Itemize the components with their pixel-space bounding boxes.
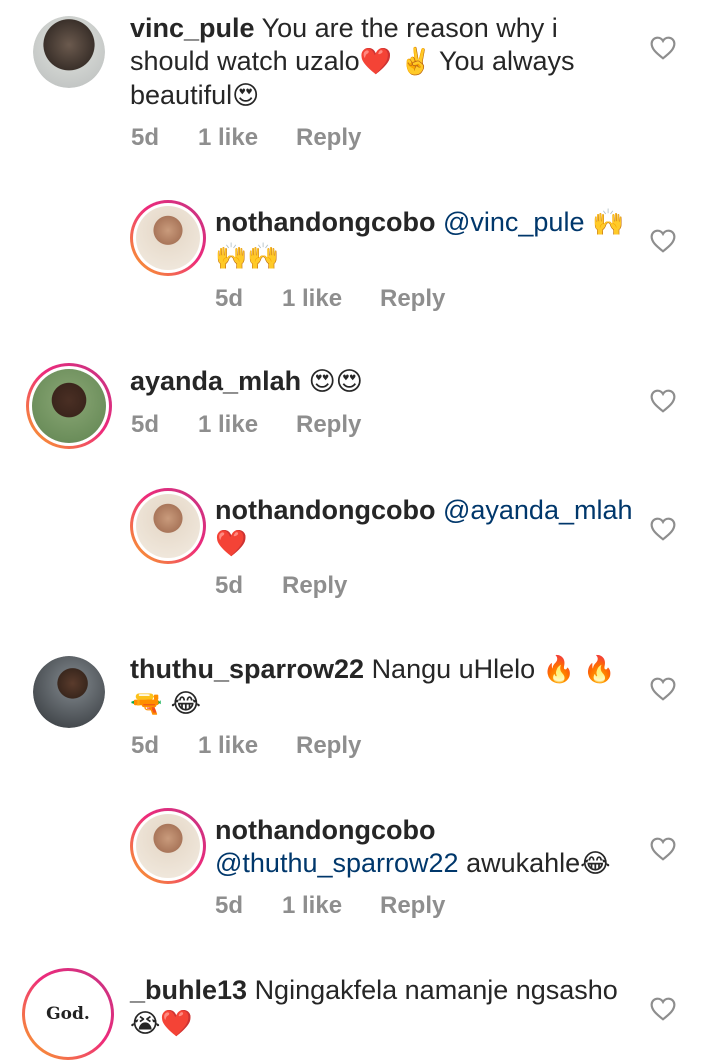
comment-username[interactable]: nothandongcobo	[215, 207, 435, 237]
fire-emoji-icon: 🔥 🔥	[542, 655, 616, 685]
comment-text: vinc_pule You are the reason why i shoul…	[130, 12, 630, 113]
comment-time: 5d	[131, 411, 160, 438]
like-count[interactable]: 1 like	[198, 124, 296, 152]
comment-meta: 5d 1 like Reply	[215, 892, 445, 920]
comment-username[interactable]: nothandongcobo	[215, 815, 435, 845]
reply-button[interactable]: Reply	[296, 411, 361, 439]
user-avatar[interactable]	[33, 656, 105, 728]
comment-text: thuthu_sparrow22 Nangu uHlelo 🔥 🔥 🔫 😂	[130, 653, 630, 721]
like-count[interactable]: 1 like	[198, 411, 296, 439]
like-heart-icon[interactable]	[650, 837, 676, 861]
like-heart-icon[interactable]	[650, 36, 676, 60]
like-heart-icon[interactable]	[650, 677, 676, 701]
like-heart-icon[interactable]	[650, 997, 676, 1021]
user-avatar[interactable]	[26, 363, 112, 449]
comment-time: 5d	[131, 124, 160, 151]
comment-body: Nangu uHlelo	[371, 654, 536, 684]
pistol-laughing-emoji-icon: 🔫 😂	[130, 689, 202, 719]
comment-meta: 5d 1 like Reply	[131, 411, 361, 439]
comment-time: 5d	[215, 572, 244, 599]
comment-meta: 5d Reply	[215, 572, 347, 600]
reply-button[interactable]: Reply	[380, 285, 445, 313]
red-heart-emoji-icon: ❤️	[359, 47, 393, 77]
mention-link[interactable]: @ayanda_mlah	[443, 495, 633, 525]
comment-time: 5d	[215, 892, 244, 919]
like-count[interactable]: 1 like	[282, 285, 380, 313]
user-avatar[interactable]	[130, 808, 206, 884]
avatar-woman-icon	[136, 814, 200, 878]
mention-link[interactable]: @thuthu_sparrow22	[215, 848, 459, 878]
mention-link[interactable]: @vinc_pule	[443, 207, 585, 237]
reply-text: nothandongcobo @vinc_pule 🙌🙌🙌	[215, 206, 635, 274]
user-avatar[interactable]	[33, 16, 105, 88]
avatar-god-text-icon: God.	[28, 974, 108, 1054]
comment-username[interactable]: _buhle13	[130, 975, 247, 1005]
comment-meta: 5d 1 like Reply	[131, 732, 361, 760]
like-heart-icon[interactable]	[650, 517, 676, 541]
reply-button[interactable]: Reply	[296, 732, 361, 760]
heart-eyes-emoji-icon: 😍😍	[308, 367, 363, 397]
like-heart-icon[interactable]	[650, 229, 676, 253]
like-heart-icon[interactable]	[650, 389, 676, 413]
reply-text: nothandongcobo @thuthu_sparrow22 awukahl…	[215, 814, 645, 881]
comment-username[interactable]: vinc_pule	[130, 13, 255, 43]
comment-meta: 5d 1 like Reply	[131, 124, 361, 152]
comment-username[interactable]: thuthu_sparrow22	[130, 654, 364, 684]
avatar-man-office-icon	[33, 656, 105, 728]
avatar-woman-icon	[136, 206, 200, 270]
avatar-woman-green-icon	[32, 369, 106, 443]
like-count[interactable]: 1 like	[198, 732, 296, 760]
victory-hand-emoji-icon: ✌️	[399, 47, 432, 77]
reply-button[interactable]: Reply	[282, 572, 347, 600]
like-count[interactable]: 1 like	[282, 892, 380, 920]
comment-time: 5d	[131, 732, 160, 759]
comment-time: 5d	[215, 285, 244, 312]
comment-meta: 5d 1 like Reply	[215, 285, 445, 313]
avatar-man-hat-icon	[33, 16, 105, 88]
comment-text: _buhle13 Ngingakfela namanje ngsasho 😭❤️	[130, 974, 630, 1041]
user-avatar[interactable]	[130, 200, 206, 276]
reply-button[interactable]: Reply	[296, 124, 361, 152]
comment-username[interactable]: nothandongcobo	[215, 495, 435, 525]
comment-text: ayanda_mlah 😍😍	[130, 365, 630, 399]
avatar-woman-icon	[136, 494, 200, 558]
crying-heart-emoji-icon: 😭❤️	[130, 1009, 193, 1039]
comment-username[interactable]: ayanda_mlah	[130, 366, 301, 396]
reply-text: nothandongcobo @ayanda_mlah ❤️	[215, 494, 635, 561]
heart-eyes-emoji-icon: 😍	[232, 81, 260, 111]
user-avatar[interactable]: God.	[22, 968, 114, 1060]
comment-body: awukahle	[466, 848, 581, 878]
comment-body: Ngingakfela namanje ngsasho	[254, 975, 618, 1005]
reply-button[interactable]: Reply	[380, 892, 445, 920]
red-heart-emoji-icon: ❤️	[215, 529, 248, 559]
user-avatar[interactable]	[130, 488, 206, 564]
laughing-emoji-icon: 😂	[580, 849, 611, 879]
